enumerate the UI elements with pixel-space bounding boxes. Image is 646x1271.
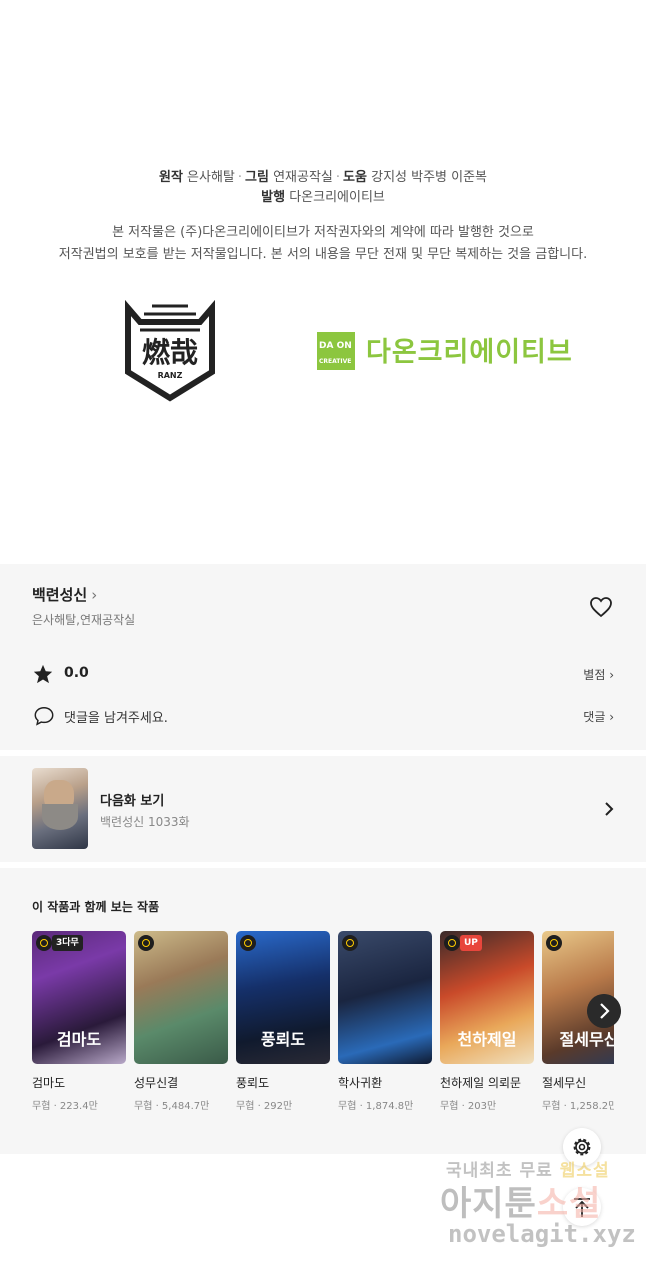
art-label: 그림	[245, 170, 269, 185]
recommendation-card[interactable]: 학사귀환무협 · 1,874.8만	[338, 931, 432, 1111]
recommendation-card[interactable]: 3다무 검마도 검마도 무협 · 223.4만	[32, 931, 126, 1111]
recommendation-title: 성무신결	[134, 1076, 179, 1090]
watermark-text: 아지툰	[440, 1184, 537, 1224]
recommendations-title: 이 작품과 함께 보는 작품	[32, 900, 160, 914]
ranz-logo: 燃哉 RANZ	[125, 299, 215, 402]
next-episode-thumbnail	[32, 768, 88, 849]
copyright-line-2: 저작권법의 보호를 받는 저작물입니다. 본 서의 내용을 무단 전재 및 무단…	[58, 247, 588, 262]
copyright-notice: 본 저작물은 (주)다온크리에이티브가 저작권자와의 계약에 따라 발행한 것으…	[0, 222, 646, 266]
recommendation-cover: 3다무검마도	[32, 931, 126, 1064]
cover-badge: 3다무	[52, 935, 83, 951]
star-icon	[33, 664, 53, 684]
recommendation-title: 천하제일 의뢰문	[440, 1076, 522, 1090]
comment-prompt[interactable]: 댓글을 남겨주세요.	[64, 707, 168, 726]
watermark-url: novelagit.xyz	[448, 1220, 636, 1248]
publisher-label: 발행	[261, 190, 286, 205]
wait-free-clock-icon	[240, 935, 256, 951]
recommendation-cover	[338, 931, 432, 1064]
recommendation-meta: 무협 · 1,874.8만	[338, 1101, 414, 1111]
daon-logo-mark-bottom: CREATIVE	[319, 358, 352, 365]
rating-value: 0.0	[64, 665, 89, 681]
thumbnail-beard	[42, 804, 78, 830]
watermark-text: 국내최초 무료	[446, 1161, 560, 1181]
original-label: 원작	[158, 170, 183, 185]
wait-free-clock-icon	[138, 935, 154, 951]
credits-line-2: 발행 다온크리에이티브	[0, 188, 646, 208]
cover-title-art: 검마도	[56, 1030, 102, 1049]
publisher-value: 다온크리에이티브	[289, 190, 385, 205]
daon-logo-mark-top: DA ON	[319, 341, 352, 351]
ranz-logo-text: 燃哉	[142, 336, 198, 369]
next-episode-label: 다음화 보기	[100, 794, 165, 809]
comment-icon	[34, 707, 54, 726]
wait-free-clock-icon	[444, 935, 460, 951]
wait-free-clock-icon	[546, 935, 562, 951]
chevron-right-icon[interactable]	[602, 801, 616, 817]
wait-free-clock-icon	[342, 935, 358, 951]
gear-icon[interactable]	[563, 1128, 601, 1166]
cover-title-art: 풍뢰도	[260, 1030, 306, 1049]
carousel-next-button[interactable]	[587, 994, 621, 1028]
daon-logo-text: 다온크리에이티브	[366, 337, 573, 368]
assist-value: 강지성 박주병 이준복	[371, 170, 488, 185]
assist-label: 도움	[343, 170, 367, 185]
next-episode-card[interactable]	[0, 756, 646, 862]
recommendations-carousel[interactable]: 3다무 검마도 검마도 무협 · 223.4만 성무신결 무협 · 5,484.7만 풍뢰도…	[32, 931, 614, 1111]
work-title-link[interactable]: 백련성신 ›	[32, 584, 97, 605]
separator: ·	[237, 170, 243, 185]
wait-free-clock-icon	[36, 935, 52, 951]
separator: ·	[335, 170, 341, 185]
ranz-logo-sub: RANZ	[158, 371, 183, 380]
cover-badge: UP	[460, 935, 482, 951]
recommendation-meta: 무협 · 292만	[236, 1101, 293, 1111]
work-title: 백련성신	[32, 586, 88, 604]
credits-line-1: 원작 은사해탈 · 그림 연재공작실 · 도움 강지성 박주병 이준복	[0, 168, 646, 188]
recommendation-title: 풍뢰도	[236, 1076, 270, 1090]
site-watermark: 국내최초 무료 웹소설 아지툰소설 novelagit.xyz	[440, 1152, 640, 1262]
chevron-right-icon: ›	[91, 586, 98, 604]
credits-block: 원작 은사해탈 · 그림 연재공작실 · 도움 강지성 박주병 이준복 발행 다온크리에…	[0, 168, 646, 208]
heart-icon[interactable]	[589, 595, 613, 619]
recommendation-meta: 무협 · 223.4만	[32, 1101, 98, 1111]
recommendation-cover: 풍뢰도	[236, 931, 330, 1064]
recommendation-title: 검마도	[32, 1076, 66, 1090]
recommendation-card[interactable]: UP 천하제일천하제일 의뢰문무협 · 203만	[440, 931, 534, 1111]
recommendation-meta: 무협 · 5,484.7만	[134, 1101, 210, 1111]
cover-title-art: 천하제일	[457, 1030, 517, 1049]
cover-title-art: 절세무신	[559, 1030, 614, 1049]
recommendation-card[interactable]: 성무신결무협 · 5,484.7만	[134, 931, 228, 1111]
recommendation-cover	[134, 931, 228, 1064]
comment-link[interactable]: 댓글 ›	[583, 708, 614, 725]
rate-link[interactable]: 별점 ›	[583, 666, 614, 683]
recommendation-meta: 무협 · 1,258.2만	[542, 1101, 614, 1111]
original-value: 은사해탈	[187, 170, 235, 185]
publisher-logos: 燃哉 RANZ DA ON CREATIVE 다온크리에이티브	[0, 298, 646, 402]
art-value: 연재공작실	[273, 170, 333, 185]
copyright-line-1: 본 저작물은 (주)다온크리에이티브가 저작권자와의 계약에 따라 발행한 것으…	[112, 225, 534, 240]
daon-logo-mark: DA ON CREATIVE	[317, 332, 355, 370]
recommendation-title: 학사귀환	[338, 1076, 383, 1090]
work-authors: 은사해탈,연재공작실	[32, 613, 136, 627]
recommendation-title: 절세무신	[542, 1076, 587, 1090]
scroll-to-top-icon[interactable]	[563, 1188, 601, 1226]
recommendation-cover: UP 천하제일	[440, 931, 534, 1064]
recommendation-meta: 무협 · 203만	[440, 1101, 497, 1111]
next-episode-subtitle: 백련성신 1033화	[100, 815, 190, 829]
recommendation-card[interactable]: 풍뢰도 풍뢰도 무협 · 292만	[236, 931, 330, 1111]
